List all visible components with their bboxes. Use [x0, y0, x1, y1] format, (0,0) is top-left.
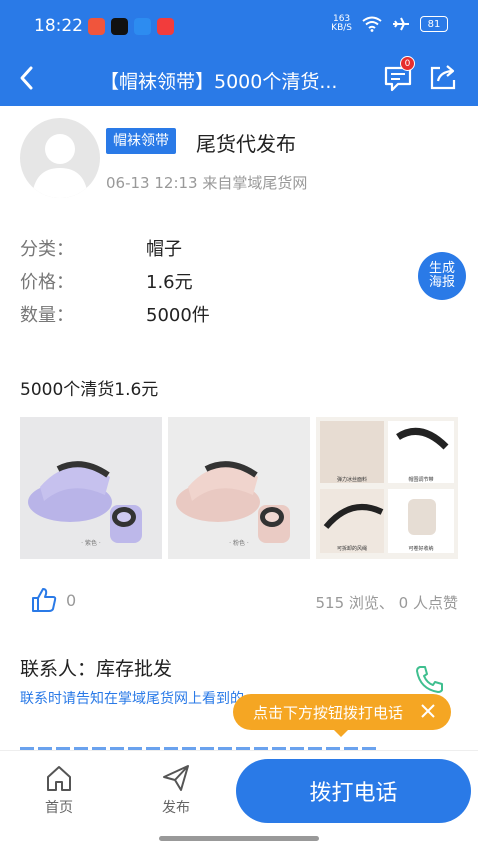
info-value: 5000件 [146, 305, 210, 326]
photo-2-caption: · 粉色 · [229, 539, 249, 547]
network-speed: 163 KB/S [331, 15, 352, 33]
post-description: 5000个清货1.6元 [20, 380, 159, 400]
app-icon-2 [111, 18, 128, 35]
generate-poster-button[interactable]: 生成 海报 [418, 252, 466, 300]
like-button[interactable]: 0 [30, 586, 76, 614]
call-hint-toast: 点击下方按钮拨打电话 [233, 694, 451, 737]
post-meta: 06-13 12:13 来自掌域尾货网 [106, 174, 308, 192]
battery-indicator: 81 [420, 16, 448, 32]
home-icon [47, 766, 71, 791]
notification-app-icons [88, 18, 174, 35]
airplane-icon [393, 17, 409, 31]
call-button[interactable]: 拨打电话 [236, 759, 471, 823]
bottom-bar: 首页 发布 拨打电话 [0, 750, 478, 850]
tab-home[interactable]: 首页 [29, 763, 89, 817]
visor-hat-purple-image: · 紫色 · [28, 461, 142, 547]
send-icon [163, 765, 189, 791]
app-icon-3 [134, 18, 151, 35]
info-key: 价格： [20, 272, 74, 293]
photo-3-label-3: 可拆卸的风绳 [337, 545, 367, 552]
product-photo-3[interactable]: 弹力冰丝面料 帽围调节带 可拆卸的风绳 可卷好收纳 [316, 417, 458, 559]
back-arrow-icon[interactable] [14, 62, 40, 94]
call-hint-text: 点击下方按钮拨打电话 [253, 703, 404, 722]
product-photo-1[interactable]: · 紫色 · [20, 417, 162, 559]
visor-hat-detail-image: 弹力冰丝面料 帽围调节带 可拆卸的风绳 可卷好收纳 [320, 421, 454, 553]
category-tag: 帽袜领带 [106, 128, 176, 154]
top-bar: 18:22 163 KB/S 81 【帽袜领带】5000个清货... 0 [0, 0, 478, 106]
phone-icon[interactable] [414, 664, 444, 694]
tab-post[interactable]: 发布 [146, 763, 206, 817]
product-photo-2[interactable]: · 粉色 · [168, 417, 310, 559]
view-like-stats: 515 浏览、 0 人点赞 [315, 594, 458, 612]
nav-bar: 【帽袜领带】5000个清货... 0 [0, 54, 478, 106]
photo-1-caption: · 紫色 · [81, 539, 101, 547]
info-value: 1.6元 [146, 272, 193, 293]
visor-hat-pink-image: · 粉色 · [176, 461, 290, 547]
toast-pointer [333, 729, 349, 737]
photo-3-label-2: 帽围调节带 [408, 476, 433, 483]
tab-post-label: 发布 [162, 800, 190, 816]
tab-home-label: 首页 [45, 800, 73, 816]
close-icon[interactable] [419, 702, 437, 720]
app-icon-4 [157, 18, 174, 35]
status-right: 163 KB/S 81 [331, 15, 448, 33]
network-speed-unit: KB/S [331, 23, 352, 33]
poster-name: 尾货代发布 [196, 132, 296, 156]
info-value: 帽子 [146, 239, 182, 260]
status-time: 18:22 [34, 16, 83, 36]
page-title: 【帽袜领带】5000个清货... [100, 71, 338, 93]
contact-person: 联系人：库存批发 [20, 658, 173, 680]
default-user-icon [32, 134, 88, 198]
partially-hidden-text [20, 742, 380, 750]
home-indicator [159, 836, 319, 841]
app-icon-1 [88, 18, 105, 35]
message-count-badge: 0 [400, 56, 415, 71]
photo-3-label-4: 可卷好收纳 [408, 545, 433, 552]
like-count: 0 [66, 590, 77, 610]
generate-poster-label: 生成 海报 [428, 261, 455, 290]
status-bar: 18:22 163 KB/S 81 [0, 0, 478, 54]
wifi-icon [362, 16, 382, 32]
avatar[interactable] [20, 118, 100, 198]
info-key: 数量： [20, 305, 74, 326]
thumbs-up-icon [32, 588, 57, 612]
share-icon[interactable] [428, 62, 458, 92]
photo-3-label-1: 弹力冰丝面料 [337, 476, 367, 483]
info-key: 分类： [20, 239, 74, 260]
